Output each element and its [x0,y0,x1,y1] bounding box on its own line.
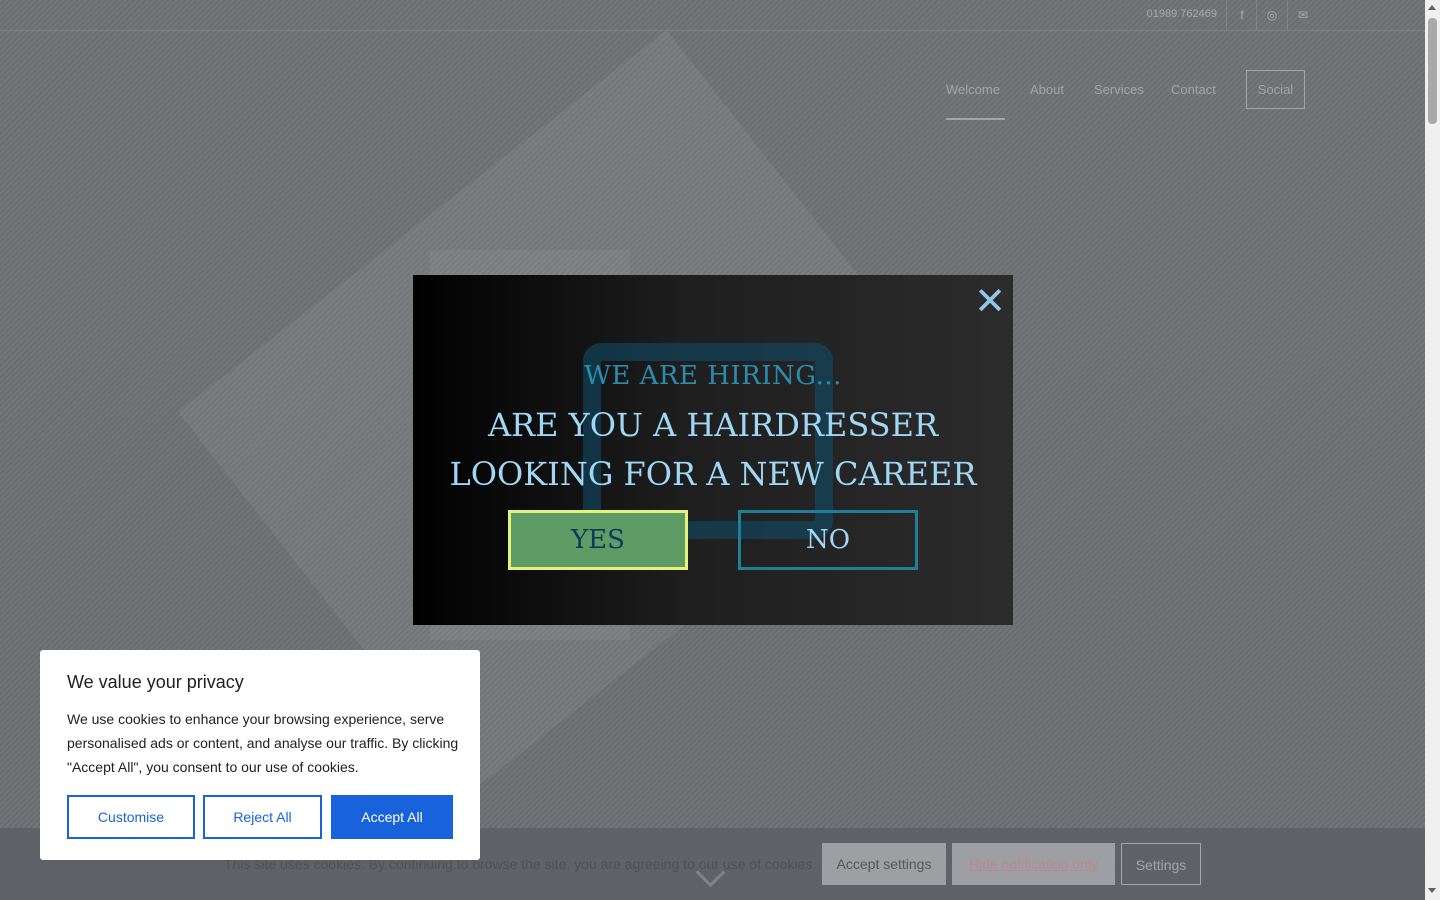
scroll-down-icon[interactable] [1428,888,1436,893]
popup-title-line: LOOKING FOR A NEW CAREER [449,455,977,493]
yes-button[interactable]: YES [508,510,688,570]
close-icon[interactable]: ✕ [972,282,1008,320]
reject-all-button[interactable]: Reject All [203,795,322,839]
privacy-title: We value your privacy [67,672,244,692]
popup-title-line: ARE YOU A HAIRDRESSER [487,406,939,444]
privacy-consent-dialog: We value your privacy We use cookies to … [40,650,480,860]
cookie-settings-button[interactable]: Settings [1121,843,1201,885]
nav-item-social[interactable]: Social [1246,70,1305,109]
top-bar: 01989 762469 f ◎ ✉ [0,0,1425,31]
nav-item-about[interactable]: About [1030,82,1064,97]
no-button[interactable]: NO [738,510,918,570]
accept-settings-button[interactable]: Accept settings [822,843,946,885]
popup-kicker: WE ARE HIRING... [584,361,842,391]
popup-title: ARE YOU A HAIRDRESSER LOOKING FOR A NEW … [413,401,1013,499]
nav-item-services[interactable]: Services [1094,82,1144,97]
scrollbar[interactable] [1425,0,1440,900]
accept-all-button[interactable]: Accept All [331,795,453,839]
scroll-up-icon[interactable] [1428,5,1436,10]
nav-item-welcome[interactable]: Welcome [946,82,1000,97]
instagram-icon[interactable]: ◎ [1256,0,1287,30]
phone-number: 01989 762469 [1146,8,1217,20]
scroll-thumb[interactable] [1428,18,1437,124]
mail-icon[interactable]: ✉ [1287,0,1318,30]
hiring-popup: ✕ WE ARE HIRING... ARE YOU A HAIRDRESSER… [413,275,1013,625]
hide-notification-button[interactable]: Hide notification only [952,843,1115,885]
facebook-icon[interactable]: f [1226,0,1257,30]
customise-button[interactable]: Customise [67,795,195,839]
nav-active-indicator [946,118,1005,120]
main-nav: Welcome About Services Contact Social [0,70,1425,122]
nav-item-contact[interactable]: Contact [1171,82,1216,97]
privacy-text: We use cookies to enhance your browsing … [67,711,459,775]
